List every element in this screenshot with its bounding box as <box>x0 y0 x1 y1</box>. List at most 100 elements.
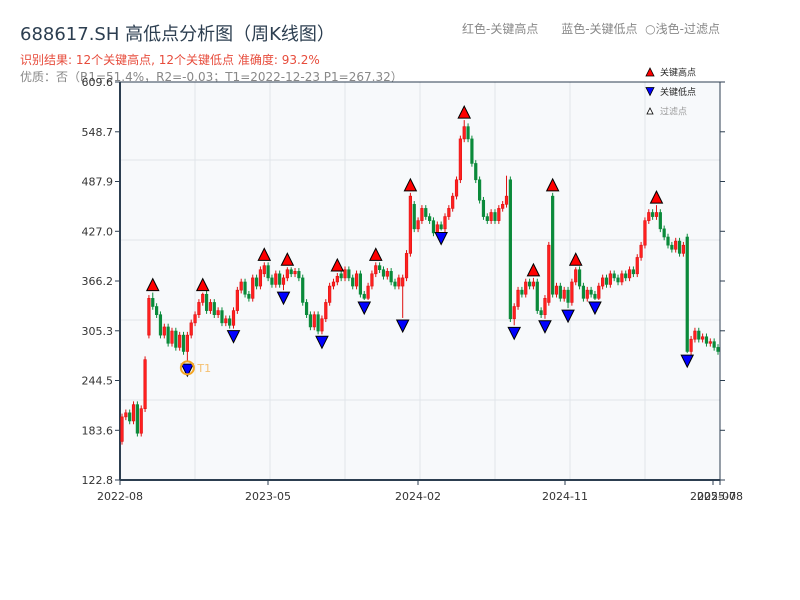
y-tick-label: 427.0 <box>82 225 114 238</box>
candle-body <box>243 281 247 295</box>
candle-body <box>624 273 628 279</box>
candle-body <box>439 224 443 230</box>
candle-body <box>270 277 274 285</box>
candle-body <box>181 334 186 352</box>
candle-body <box>666 236 670 246</box>
y-tick-label: 122.8 <box>82 474 114 487</box>
candle-body <box>585 289 589 299</box>
candle-body <box>674 240 678 250</box>
candle-body <box>697 330 701 340</box>
candle-body <box>166 326 170 344</box>
x-tick-label: 2022-08 <box>97 490 143 503</box>
candle-body <box>474 163 478 181</box>
candle-body <box>504 195 509 205</box>
candle-body <box>658 212 662 230</box>
candle-body <box>701 336 705 340</box>
y-tick-label: 183.6 <box>82 424 114 437</box>
candle-body <box>631 269 636 275</box>
candle-body <box>239 281 243 291</box>
candle-body <box>328 285 332 303</box>
y-tick-label: 609.6 <box>82 76 114 89</box>
candle-body <box>547 244 551 303</box>
candle-body <box>520 289 524 295</box>
candle-body <box>389 271 393 283</box>
candle-body <box>170 330 174 344</box>
candle-body <box>231 310 236 326</box>
candle-body <box>308 314 313 328</box>
candle-body <box>339 273 343 279</box>
candle-body <box>428 216 432 221</box>
candle-body <box>120 416 124 442</box>
candle-body <box>281 277 286 285</box>
candle-body <box>424 208 428 217</box>
candle-body <box>304 302 309 315</box>
candle-body <box>458 138 462 181</box>
legend-marker-0 <box>645 67 655 77</box>
candle-body <box>354 273 359 287</box>
candle-body <box>247 293 251 299</box>
candle-body <box>431 220 436 234</box>
candle-body <box>693 330 697 340</box>
candle-body <box>685 236 689 352</box>
candle-body <box>562 289 566 299</box>
candle-body <box>508 179 512 320</box>
candle-body <box>620 273 624 283</box>
candle-body <box>251 277 255 299</box>
candle-body <box>512 306 516 320</box>
candle-body <box>331 281 336 287</box>
candle-body <box>262 265 266 275</box>
x-tick-label: 2025-08 <box>697 490 743 503</box>
candle-body <box>385 271 389 277</box>
candle-body <box>662 228 666 238</box>
candle-body <box>320 318 324 332</box>
candle-body <box>447 208 451 217</box>
candle-body <box>393 281 397 287</box>
candle-body <box>524 281 528 295</box>
candle-body <box>712 341 716 348</box>
candle-body <box>435 224 439 234</box>
candle-body <box>581 285 586 299</box>
legend-label: 关键高点 <box>660 67 696 79</box>
candle-body <box>212 302 216 315</box>
candle-body <box>147 298 151 336</box>
candle-body <box>374 265 378 275</box>
candle-body <box>489 212 493 221</box>
candle-body <box>397 277 401 287</box>
candle-body <box>601 277 605 287</box>
candle-body <box>627 269 632 279</box>
candle-body <box>201 293 205 303</box>
x-tick-label: 2024-11 <box>542 490 588 503</box>
candle-body <box>616 277 620 283</box>
y-tick-label: 366.2 <box>82 275 114 288</box>
candle-body <box>224 318 228 324</box>
candle-body <box>608 273 612 285</box>
candle-body <box>501 204 505 209</box>
candle-body <box>597 285 601 299</box>
candle-body <box>558 285 562 299</box>
candle-body <box>358 273 363 295</box>
candle-body <box>477 179 482 201</box>
candle-body <box>639 244 643 258</box>
y-tick-label: 305.3 <box>82 325 114 338</box>
candle-body <box>274 273 278 285</box>
candle-body <box>485 216 489 221</box>
candle-body <box>366 285 370 299</box>
candle-body <box>670 244 674 250</box>
candle-body <box>297 271 301 279</box>
candle-body <box>604 277 609 285</box>
candle-body <box>278 273 282 285</box>
candle-body <box>378 265 382 271</box>
candle-body <box>335 275 339 283</box>
candle-body <box>681 244 685 254</box>
candle-body <box>178 334 182 348</box>
candle-body <box>197 302 201 315</box>
candle-body <box>266 265 270 279</box>
candle-body <box>347 269 351 279</box>
candle-body <box>216 310 220 315</box>
t1-label: T1 <box>196 362 211 375</box>
candle-body <box>708 341 712 344</box>
candle-body <box>204 293 209 311</box>
candle-body <box>193 314 197 324</box>
candle-body <box>574 269 578 283</box>
candle-body <box>401 277 405 287</box>
